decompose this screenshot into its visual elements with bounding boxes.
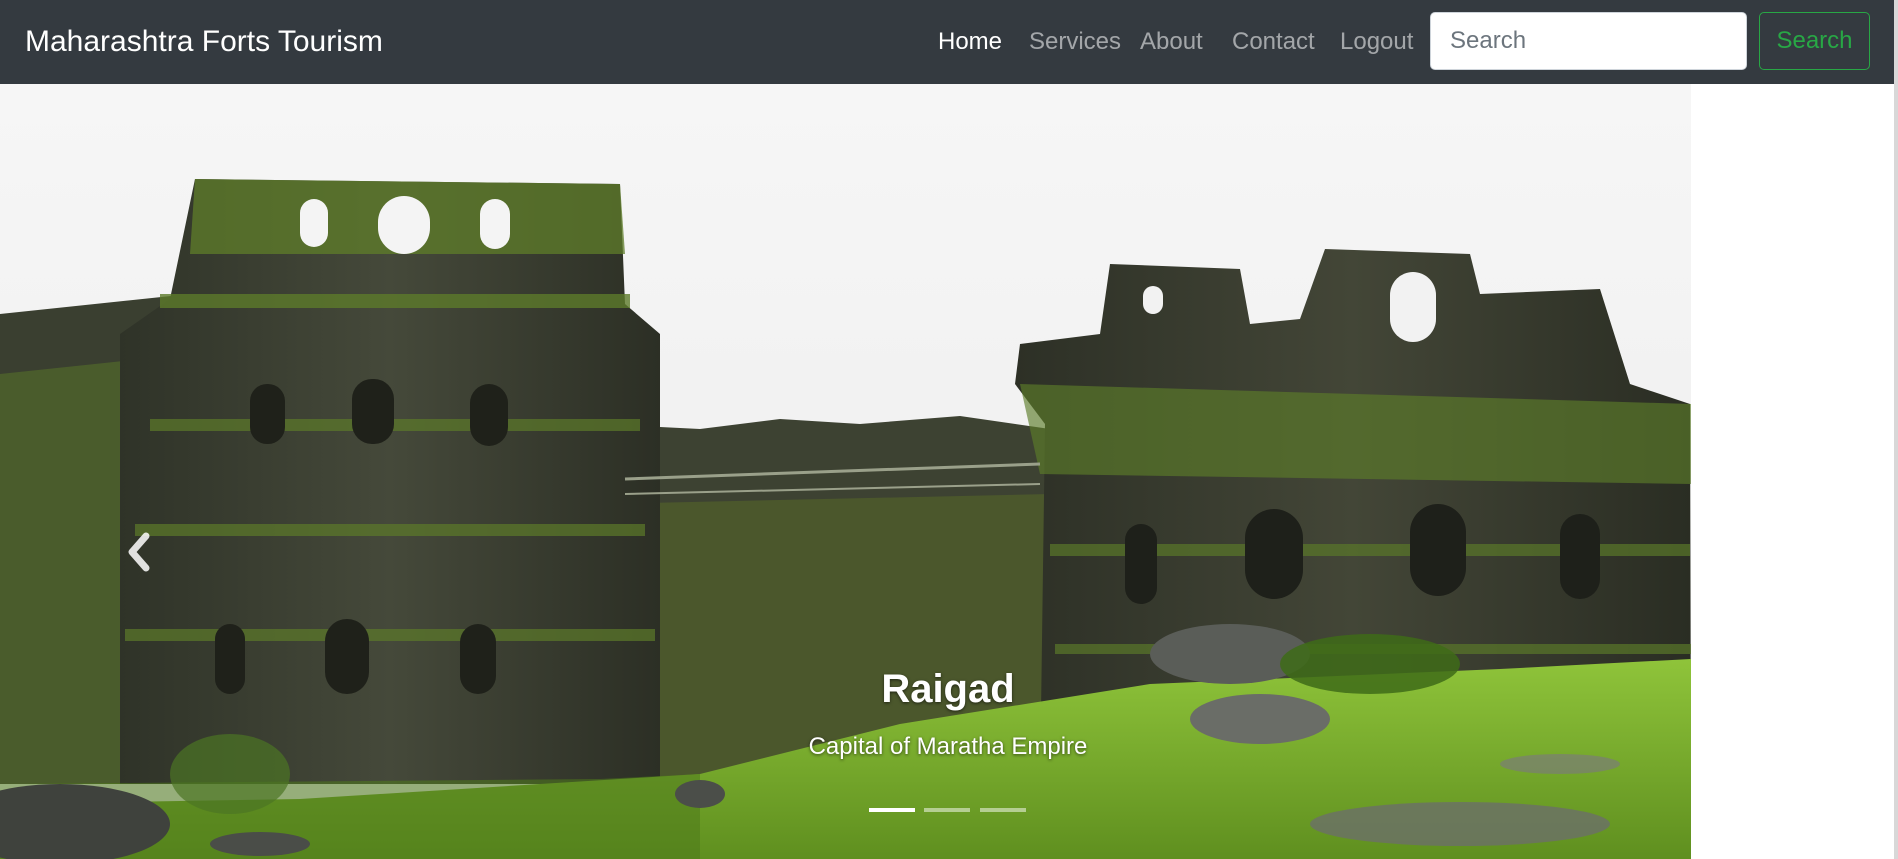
carousel-indicator-2[interactable] xyxy=(924,808,970,812)
carousel-prev-button[interactable] xyxy=(118,520,170,584)
nav-link-contact[interactable]: Contact xyxy=(1232,0,1315,84)
search-button[interactable]: Search xyxy=(1759,12,1870,70)
carousel-indicator-3[interactable] xyxy=(980,808,1026,812)
carousel-caption-subtitle: Capital of Maratha Empire xyxy=(808,733,1088,760)
page-scrollbar[interactable] xyxy=(1894,0,1898,859)
carousel-caption-title: Raigad xyxy=(881,667,1015,711)
navbar: Maharashtra Forts Tourism Home Services … xyxy=(0,0,1898,84)
hero-carousel: Raigad Capital of Maratha Empire xyxy=(0,84,1691,859)
search-input[interactable] xyxy=(1430,12,1747,70)
nav-link-logout[interactable]: Logout xyxy=(1340,0,1413,84)
carousel-indicator-1[interactable] xyxy=(869,808,915,812)
nav-link-home[interactable]: Home xyxy=(938,0,1002,84)
nav-link-about[interactable]: About xyxy=(1140,0,1203,84)
chevron-left-icon xyxy=(128,532,150,572)
nav-link-services[interactable]: Services xyxy=(1029,0,1121,84)
